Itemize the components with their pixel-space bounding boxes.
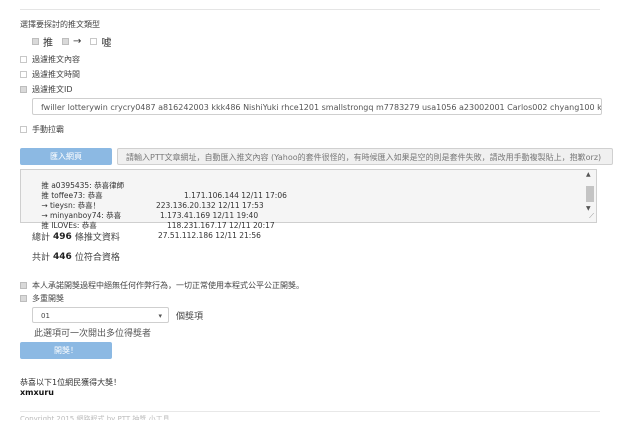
match-count: 446 bbox=[53, 251, 72, 262]
multi-draw-label: 多重開獎 bbox=[32, 294, 64, 303]
prize-count-value: 01 bbox=[41, 312, 50, 320]
manual-slot-option[interactable]: 手動拉霸 bbox=[20, 124, 64, 135]
id-filter-input[interactable]: fwiller lotterywin crycry0487 a816242003… bbox=[32, 98, 602, 115]
filter-time-option[interactable]: 過濾推文時間 bbox=[20, 69, 80, 80]
multi-draw-note: 此選項可一次開出多位得獎者 bbox=[34, 329, 152, 339]
match-prefix: 共計 bbox=[32, 253, 51, 263]
agreement-option[interactable]: 本人承諾開獎過程中絕無任何作弊行為，一切正常使用本程式公平公正開獎。 bbox=[20, 280, 304, 291]
multi-draw-option[interactable]: 多重開獎 bbox=[20, 293, 64, 304]
total-suffix: 條推文資料 bbox=[74, 233, 120, 243]
vote-boo-label: 噓 bbox=[101, 38, 112, 49]
multi-draw-checkbox[interactable] bbox=[20, 295, 27, 302]
bottom-divider bbox=[20, 411, 600, 412]
manual-slot-checkbox[interactable] bbox=[20, 126, 27, 133]
comment-meta: 1.171.106.144 12/11 17:06 bbox=[184, 191, 287, 200]
winner-name: xmxuru bbox=[20, 388, 54, 397]
total-prefix: 總計 bbox=[32, 233, 51, 243]
filter-time-checkbox[interactable] bbox=[20, 71, 27, 78]
lottery-page: 選擇要探討的推文類型 推 → 噓 過濾推文內容 過濾推文時間 過濾推文ID fw… bbox=[20, 0, 613, 421]
match-stat: 共計 446 位符合資格 bbox=[32, 250, 120, 264]
resize-handle-icon[interactable]: ⟋ bbox=[589, 212, 594, 221]
total-stat: 總計 496 條推文資料 bbox=[32, 230, 120, 244]
vote-arrow-label: → bbox=[73, 36, 82, 47]
comments-textarea[interactable]: 推 a0395435: 恭喜律師 1.171.106.144 12/11 17:… bbox=[20, 169, 597, 240]
draw-button[interactable]: 開獎！ bbox=[20, 342, 112, 359]
vote-type-group: 推 → 噓 bbox=[32, 34, 111, 49]
footer-text: Copyright 2015 網路程式 by PTT 抽獎 小工具 bbox=[20, 415, 170, 420]
vote-type-heading: 選擇要探討的推文類型 bbox=[20, 20, 100, 29]
chevron-down-icon: ▾ bbox=[158, 312, 162, 320]
filter-content-option[interactable]: 過濾推文內容 bbox=[20, 54, 80, 65]
prize-count-select[interactable]: 01 ▾ bbox=[32, 307, 169, 323]
match-suffix: 位符合資格 bbox=[74, 253, 120, 263]
filter-content-label: 過濾推文內容 bbox=[32, 55, 80, 64]
top-divider bbox=[20, 9, 600, 10]
vote-boo-checkbox[interactable] bbox=[90, 38, 98, 45]
scroll-up-icon[interactable]: ▲ bbox=[586, 171, 591, 178]
vote-push-checkbox[interactable] bbox=[32, 38, 39, 45]
import-button[interactable]: 匯入網頁 bbox=[20, 148, 112, 165]
comment-meta: 27.51.112.186 12/11 21:56 bbox=[158, 231, 261, 240]
filter-id-option[interactable]: 過濾推文ID bbox=[20, 84, 73, 95]
agreement-label: 本人承諾開獎過程中絕無任何作弊行為，一切正常使用本程式公平公正開獎。 bbox=[32, 281, 304, 290]
manual-slot-label: 手動拉霸 bbox=[32, 125, 64, 134]
filter-content-checkbox[interactable] bbox=[20, 56, 27, 63]
comment-meta: 223.136.20.132 12/11 17:53 bbox=[156, 201, 264, 210]
agreement-checkbox[interactable] bbox=[20, 282, 27, 289]
vote-push-label: 推 bbox=[43, 38, 53, 49]
scroll-thumb[interactable] bbox=[586, 186, 594, 202]
vote-arrow-checkbox[interactable] bbox=[62, 38, 69, 45]
comment-meta: 1.173.41.169 12/11 19:40 bbox=[160, 211, 259, 220]
comment-text: 推 ILOVEs: 恭喜 bbox=[41, 221, 97, 230]
filter-time-label: 過濾推文時間 bbox=[32, 70, 80, 79]
winner-heading: 恭喜以下1位網民獲得大獎！ bbox=[20, 378, 122, 387]
scroll-down-icon[interactable]: ▼ bbox=[586, 205, 591, 212]
filter-id-checkbox[interactable] bbox=[20, 86, 27, 93]
url-input[interactable]: 請輸入PTT文章網址，自動匯入推文內容 (Yahoo的套件很怪的，有時候匯入如果… bbox=[117, 148, 613, 165]
total-count: 496 bbox=[53, 231, 72, 242]
prize-count-suffix: 個獎項 bbox=[176, 312, 204, 322]
comment-meta: 118.231.167.17 12/11 20:17 bbox=[167, 221, 275, 230]
filter-id-label: 過濾推文ID bbox=[32, 85, 73, 94]
